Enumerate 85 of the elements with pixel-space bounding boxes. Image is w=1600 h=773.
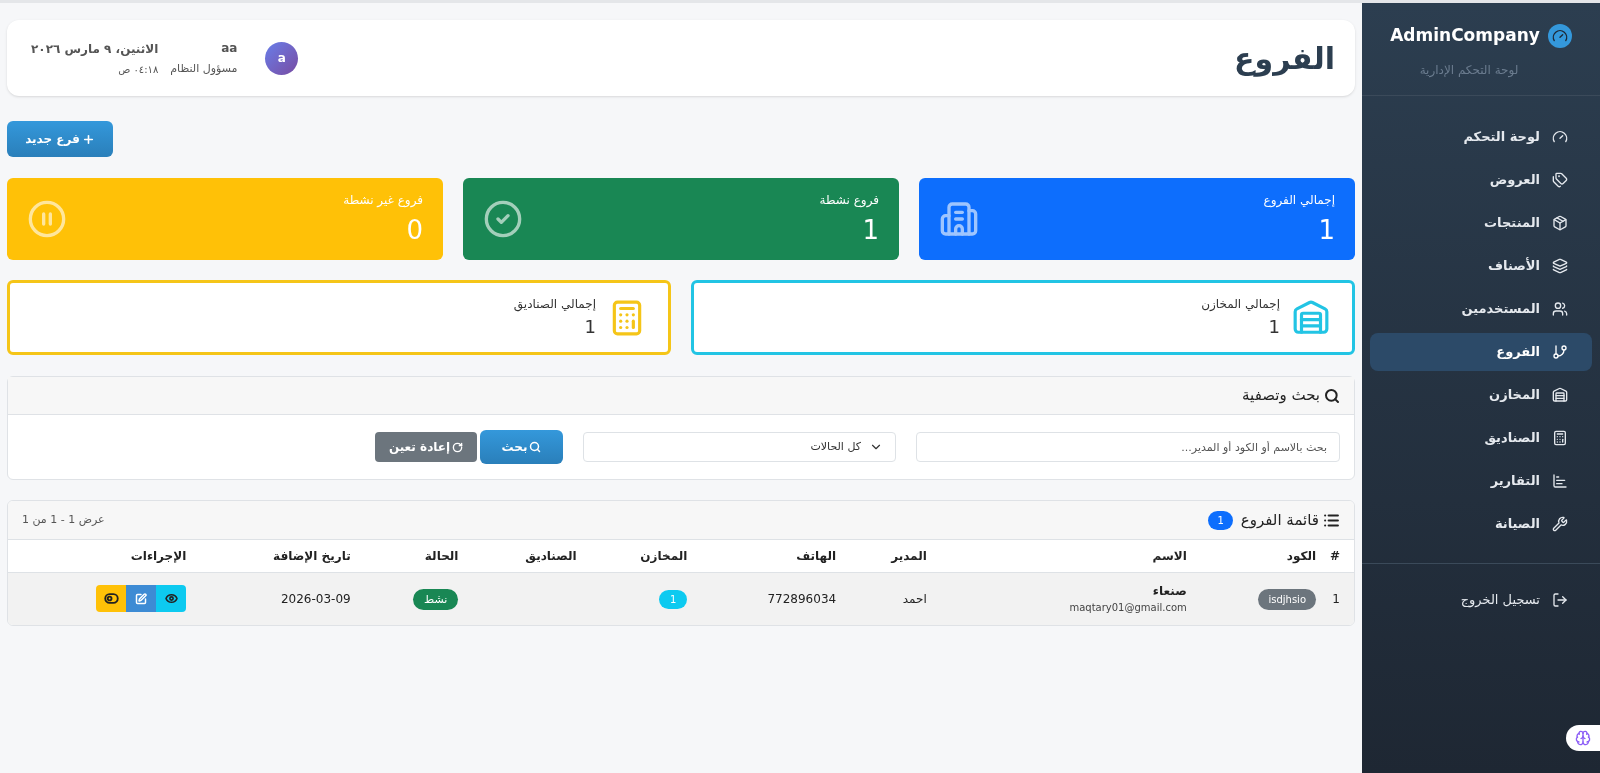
building-icon — [939, 199, 979, 239]
code-badge: isdjhsio — [1258, 588, 1316, 610]
toggle-icon — [103, 591, 119, 607]
chart-icon — [1552, 472, 1568, 489]
column-header: الهاتف — [796, 549, 837, 563]
nav-item[interactable]: الصيانة — [1370, 504, 1592, 543]
manager-name: احمد — [902, 591, 927, 606]
summary-title: إجمالي الصناديق — [513, 296, 596, 313]
column-header: الاسم — [1152, 549, 1187, 563]
stat-title: إجمالي الفروع — [1263, 192, 1335, 209]
stat-title: فروع غير نشطة — [343, 192, 423, 209]
logout-link[interactable]: تسجيل الخروج — [1370, 583, 1592, 616]
new-branch-button[interactable]: فرع جديد — [7, 121, 113, 157]
brand-name: AdminCompany — [1390, 24, 1540, 47]
current-date: الاثنين، ٩ مارس ٢٠٢٦ — [31, 40, 159, 58]
date-added: 2026-03-09 — [280, 591, 351, 606]
summary-value: 1 — [1268, 315, 1280, 339]
status-select[interactable]: كل الحالات — [583, 432, 896, 462]
column-header: # — [1329, 549, 1340, 563]
current-time: ٠٤:١٨ ص — [118, 62, 159, 77]
phone-number: 772896034 — [767, 591, 837, 606]
column-header: المدير — [891, 549, 927, 563]
gauge-logo-icon — [1547, 23, 1572, 48]
column-header: الصناديق — [525, 549, 577, 563]
branch-name: صنعاء — [1152, 583, 1187, 601]
summary-value: 1 — [584, 315, 596, 339]
search-button[interactable]: بحث — [480, 430, 563, 464]
column-header: تاريخ الإضافة — [273, 549, 351, 563]
register-icon — [1552, 429, 1568, 446]
brain-icon — [1575, 730, 1591, 746]
user-role: مسؤول النظام — [170, 60, 238, 77]
list-icon — [1323, 511, 1340, 529]
nav-item[interactable]: العروض — [1370, 160, 1592, 199]
box-icon — [1552, 214, 1568, 231]
nav-item[interactable]: الأصناف — [1370, 246, 1592, 285]
nav-item[interactable]: الفروع — [1370, 332, 1592, 371]
nav-item[interactable]: التقارير — [1370, 461, 1592, 500]
nav-item[interactable]: المنتجات — [1370, 203, 1592, 242]
column-header: المخازن — [640, 549, 688, 563]
row-index: 1 — [1332, 591, 1340, 606]
user-avatar: a — [265, 41, 299, 75]
edit-button[interactable] — [126, 585, 157, 613]
warehouse-icon — [1292, 298, 1330, 337]
nav-item[interactable]: المخازن — [1370, 375, 1592, 414]
results-summary: عرض 1 - 1 من 1 — [22, 511, 105, 528]
user-name: aa — [221, 39, 238, 57]
table-title: قائمة الفروع — [1240, 509, 1319, 531]
column-header: الكود — [1286, 549, 1316, 563]
tools-icon — [1552, 515, 1568, 532]
logout-icon — [1552, 591, 1568, 608]
assistant-button[interactable] — [1566, 725, 1600, 751]
view-button[interactable] — [156, 585, 187, 613]
users-icon — [1552, 300, 1568, 317]
page-title: الفروع — [1234, 39, 1335, 79]
layers-icon — [1552, 257, 1568, 274]
brand-subtitle: لوحة التحكم الإدارية — [1419, 61, 1519, 79]
status-badge: نشط — [413, 588, 459, 610]
column-header: الحالة — [424, 549, 459, 563]
stat-title: فروع نشطة — [819, 192, 879, 209]
edit-icon — [135, 592, 148, 605]
tags-icon — [1552, 171, 1568, 188]
refresh-icon — [452, 441, 464, 453]
search-icon — [1324, 387, 1340, 404]
branch-icon — [1552, 343, 1568, 360]
branch-email: maqtary01@gmail.com — [1069, 601, 1187, 616]
pause-circle-icon — [27, 199, 67, 239]
stat-value: 0 — [406, 214, 423, 247]
nav-item[interactable]: الصناديق — [1370, 418, 1592, 457]
warehouse-icon — [1552, 386, 1568, 403]
warehouses-badge: 1 — [658, 589, 688, 609]
toggle-button[interactable] — [96, 585, 127, 613]
filter-title: بحث وتصفية — [1242, 385, 1320, 407]
search-icon — [529, 441, 542, 453]
summary-title: إجمالي المخازن — [1201, 296, 1280, 313]
column-header: الإجراءات — [130, 549, 187, 563]
nav-item[interactable]: المستخدمين — [1370, 289, 1592, 328]
stat-value: 1 — [1318, 214, 1335, 247]
gauge-icon — [1552, 128, 1568, 145]
stat-value: 1 — [862, 214, 879, 247]
count-badge: 1 — [1208, 510, 1233, 530]
plus-icon — [81, 132, 95, 146]
check-circle-icon — [483, 199, 523, 239]
reset-button[interactable]: إعادة تعين — [375, 432, 477, 462]
nav-item[interactable]: لوحة التحكم — [1370, 117, 1592, 156]
eye-icon — [164, 592, 178, 606]
